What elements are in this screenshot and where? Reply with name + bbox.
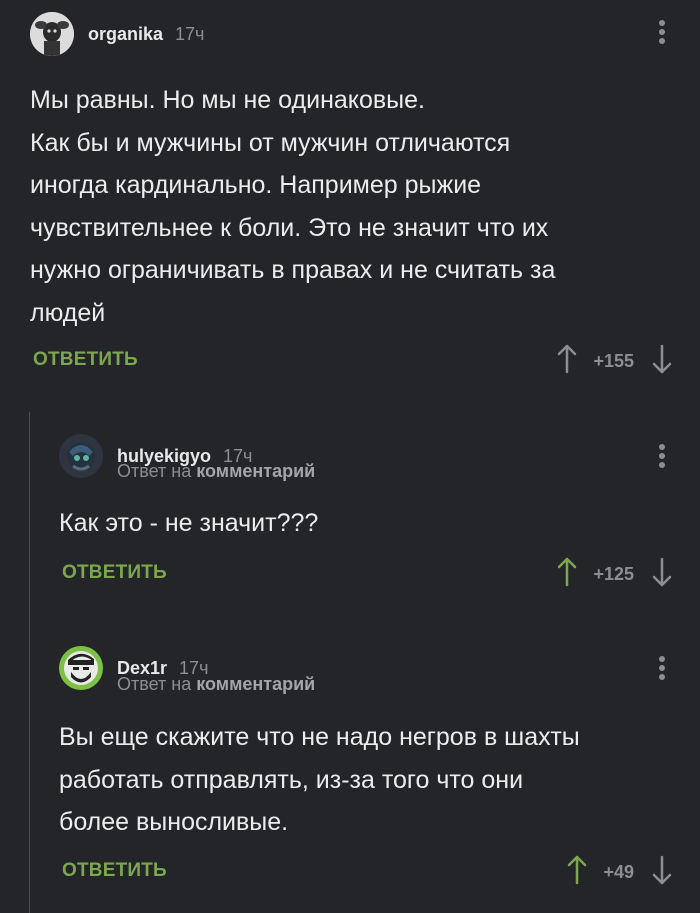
arrow-down-icon[interactable] xyxy=(652,855,672,890)
avatar[interactable] xyxy=(59,646,103,690)
arrow-down-icon[interactable] xyxy=(652,344,672,379)
vote-score: +49 xyxy=(603,862,634,882)
vote-controls: +125 xyxy=(557,557,672,592)
vote-score: +125 xyxy=(593,564,634,584)
reply-button[interactable]: ОТВЕТИТЬ xyxy=(62,860,167,882)
kebab-menu-icon[interactable] xyxy=(658,656,666,682)
arrow-down-icon[interactable] xyxy=(652,557,672,592)
reply-to-link[interactable]: комментарий xyxy=(196,674,315,694)
arrow-up-icon[interactable] xyxy=(557,557,577,592)
reply-to-link[interactable]: комментарий xyxy=(196,461,315,481)
comment-time: 17ч xyxy=(175,23,205,44)
comment-header: organika 17ч xyxy=(30,12,204,56)
reply-to-line: Ответ на комментарий xyxy=(117,674,315,695)
reply-button[interactable]: ОТВЕТИТЬ xyxy=(62,562,167,584)
author-name[interactable]: organika xyxy=(88,24,163,45)
kebab-menu-icon[interactable] xyxy=(658,444,666,470)
vote-score: +155 xyxy=(593,351,634,371)
comment-text: Как это - не значит??? xyxy=(59,509,319,537)
reply-button[interactable]: ОТВЕТИТЬ xyxy=(33,349,138,371)
vote-controls: +155 xyxy=(557,344,672,379)
arrow-up-icon[interactable] xyxy=(557,344,577,379)
reply-to-prefix: Ответ на xyxy=(117,674,192,694)
thread-line[interactable] xyxy=(29,412,30,913)
avatar[interactable] xyxy=(59,434,103,478)
comment-text: Мы равны. Но мы не одинаковые. Как бы и … xyxy=(30,86,556,327)
avatar[interactable] xyxy=(30,12,74,56)
kebab-menu-icon[interactable] xyxy=(658,20,666,46)
reply-to-line: Ответ на комментарий xyxy=(117,461,315,482)
comment-text: Вы еще скажите что не надо негров в шахт… xyxy=(59,723,580,836)
reply-to-prefix: Ответ на xyxy=(117,461,192,481)
vote-controls: +49 xyxy=(567,855,672,890)
arrow-up-icon[interactable] xyxy=(567,855,587,890)
